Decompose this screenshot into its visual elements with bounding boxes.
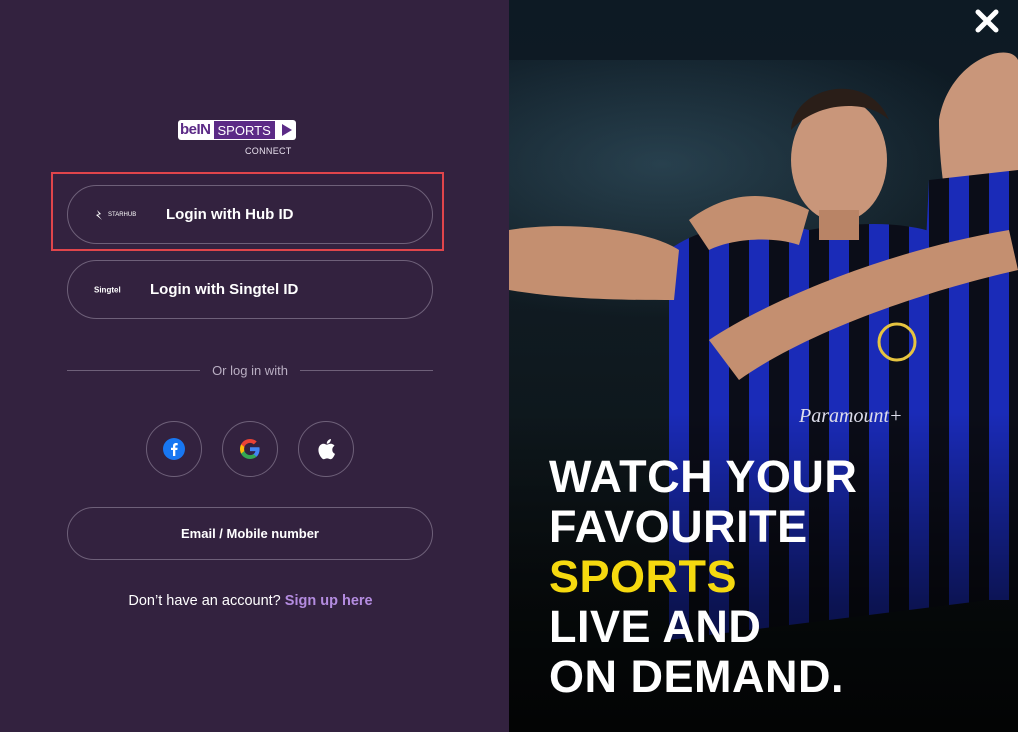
google-icon: [240, 439, 260, 459]
logo-bein-text: beIN: [178, 120, 214, 140]
google-login-button[interactable]: [222, 421, 278, 477]
play-icon: [275, 120, 296, 140]
or-divider: Or log in with: [67, 362, 433, 378]
starhub-icon: STARHUB: [94, 209, 136, 221]
close-button[interactable]: [974, 8, 1000, 34]
starhub-icon-text: STARHUB: [108, 211, 137, 218]
login-hub-id-label: Login with Hub ID: [166, 206, 294, 223]
headline-line-2: FAVOURITE: [549, 501, 808, 552]
divider-line-right: [299, 369, 433, 371]
login-panel: beIN SPORTS CONNECT STARHUB Login with H…: [0, 0, 509, 732]
logo-sports-text: SPORTS: [213, 120, 276, 140]
bein-sports-connect-logo: beIN SPORTS CONNECT: [178, 120, 324, 160]
login-page: beIN SPORTS CONNECT STARHUB Login with H…: [0, 0, 1018, 732]
login-hub-id-button[interactable]: STARHUB Login with Hub ID: [67, 185, 433, 244]
singtel-icon-text: Singtel: [94, 285, 121, 294]
signup-link[interactable]: Sign up here: [285, 593, 373, 609]
logo-connect-text: CONNECT: [245, 146, 292, 156]
login-singtel-id-button[interactable]: Singtel Login with Singtel ID: [67, 260, 433, 319]
headline-line-4: LIVE AND: [549, 601, 762, 652]
close-icon: [975, 9, 999, 33]
signup-prompt: Don’t have an account? Sign up here: [0, 593, 501, 609]
promo-panel: Paramount+ WATCH YOUR FAVOURITE SPORTS L…: [509, 0, 1018, 732]
signup-prompt-text: Don’t have an account?: [128, 593, 281, 609]
headline-line-1: WATCH YOUR: [549, 451, 858, 502]
headline-line-3: SPORTS: [549, 551, 738, 602]
apple-login-button[interactable]: [298, 421, 354, 477]
facebook-login-button[interactable]: [146, 421, 202, 477]
apple-icon: [318, 439, 335, 460]
headline-line-5: ON DEMAND.: [549, 651, 844, 702]
divider-line-left: [67, 369, 201, 371]
singtel-icon: Singtel: [94, 285, 121, 294]
email-mobile-label: Email / Mobile number: [181, 526, 319, 541]
divider-text: Or log in with: [212, 362, 288, 378]
email-mobile-login-button[interactable]: Email / Mobile number: [67, 507, 433, 560]
facebook-icon: [163, 438, 185, 460]
login-singtel-id-label: Login with Singtel ID: [150, 281, 299, 298]
promo-headline: WATCH YOUR FAVOURITE SPORTS LIVE AND ON …: [549, 452, 857, 702]
